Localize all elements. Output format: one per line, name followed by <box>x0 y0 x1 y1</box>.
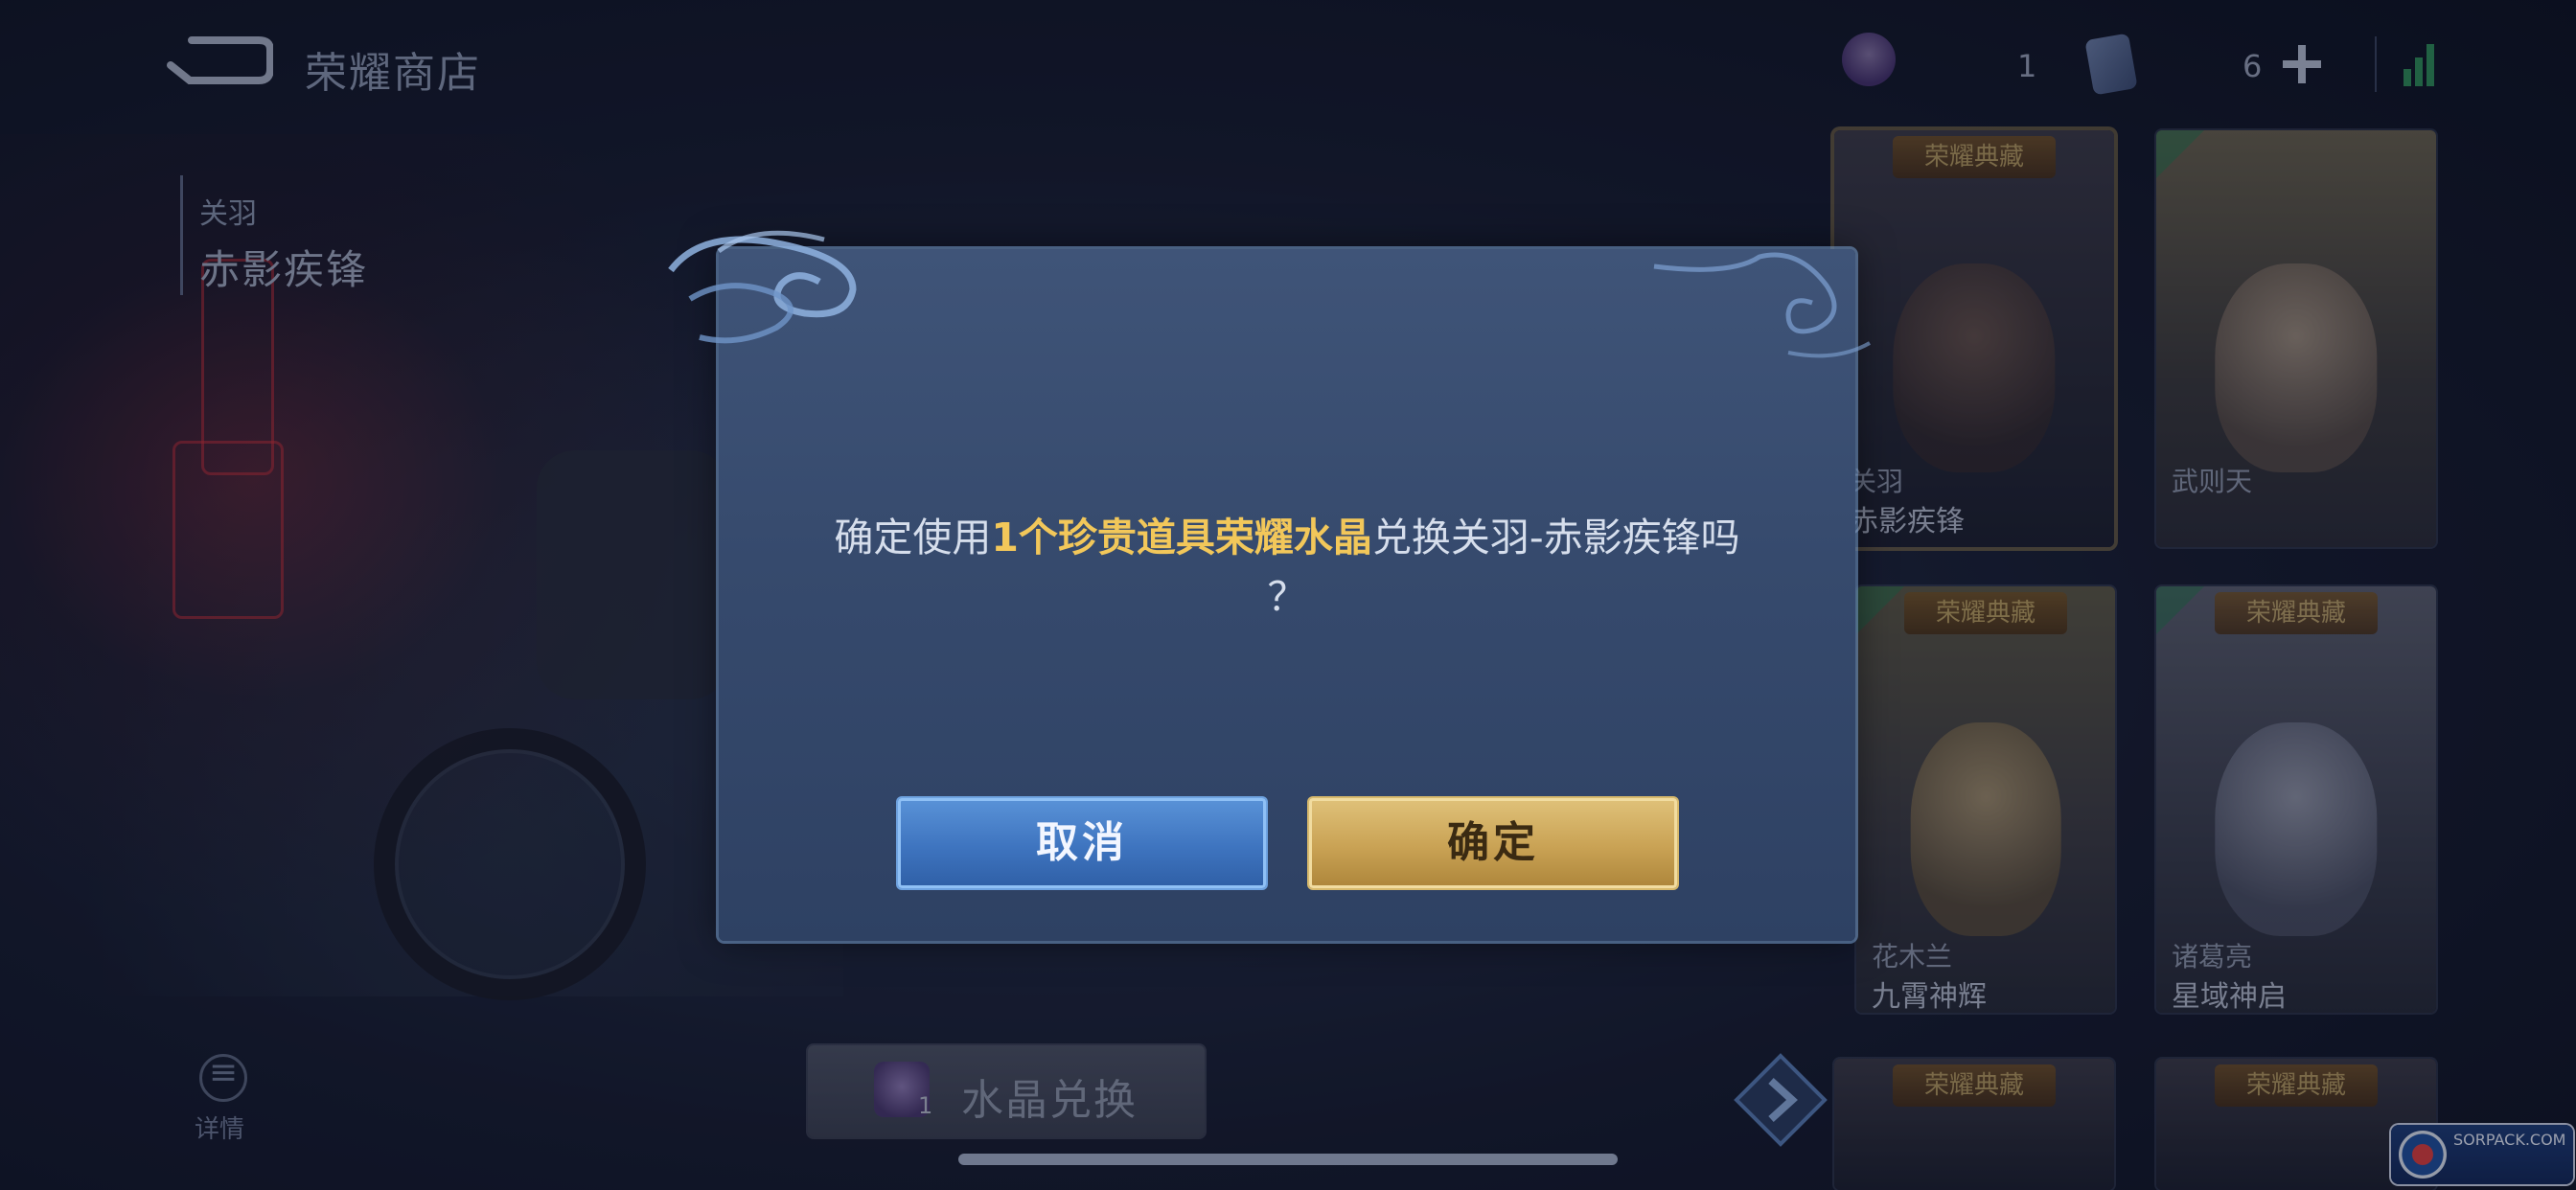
home-indicator[interactable] <box>958 1154 1618 1165</box>
confirm-button[interactable]: 确定 <box>1309 798 1677 888</box>
cloud-ornament <box>1653 252 1871 358</box>
cancel-button[interactable]: 取消 <box>898 798 1266 888</box>
message-suffix: 兑换关羽-赤影疾锋吗 <box>1371 515 1740 561</box>
dialog-message: 确定使用1个珍贵道具荣耀水晶兑换关羽-赤影疾锋吗 ？ <box>738 508 1836 627</box>
message-end: ？ <box>1267 574 1307 620</box>
cloud-ornament <box>668 230 857 344</box>
message-prefix: 确定使用 <box>834 515 992 561</box>
message-highlight: 1个珍贵道具荣耀水晶 <box>991 515 1372 561</box>
